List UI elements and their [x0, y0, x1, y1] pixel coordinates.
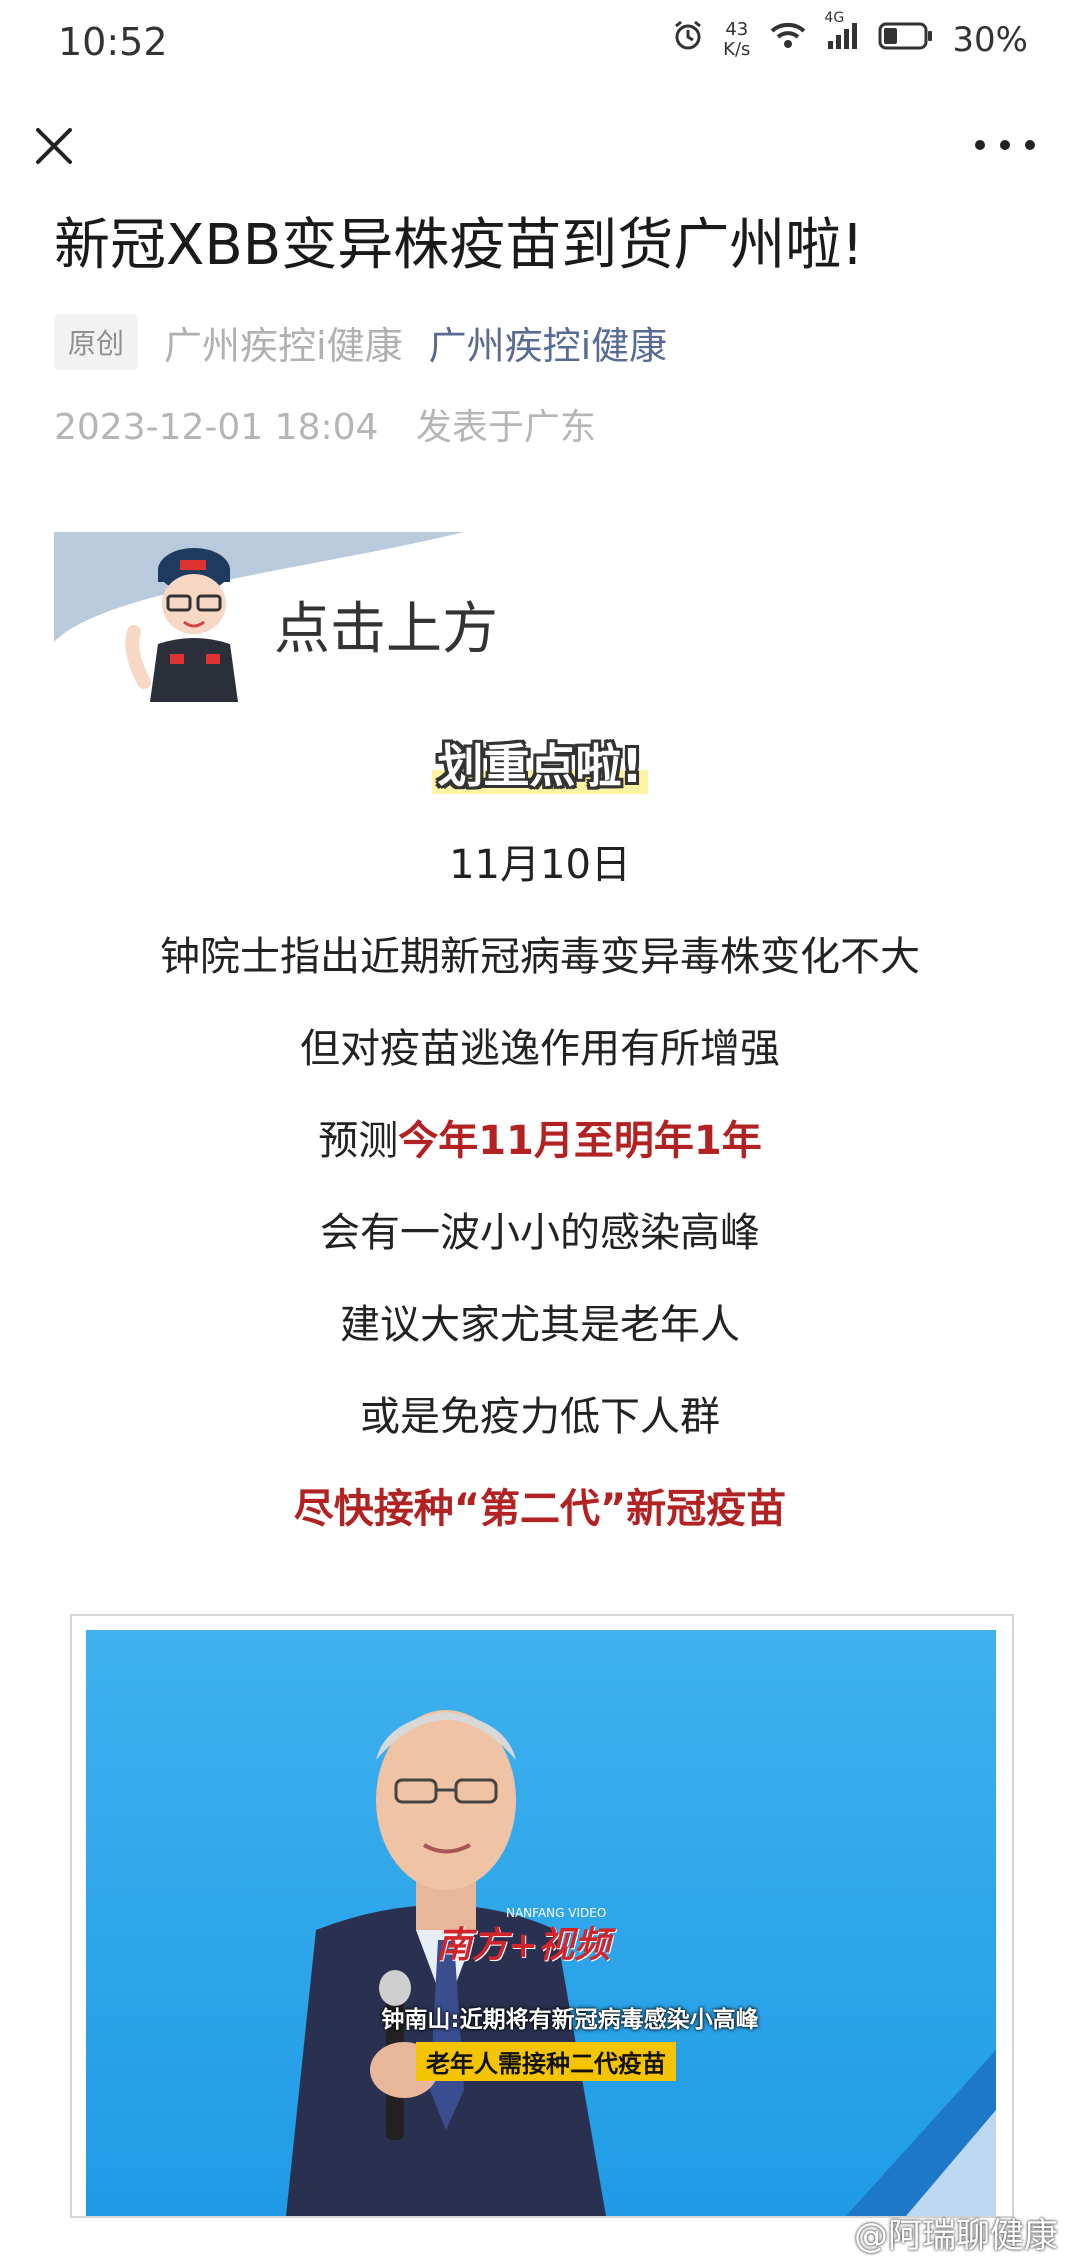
- wifi-icon: [768, 19, 808, 60]
- publish-location: 发表于广东: [415, 407, 596, 448]
- video-logo: 南方+视频: [436, 1925, 611, 1966]
- battery-icon: [878, 20, 934, 60]
- body-line-1: 11月10日: [449, 842, 631, 888]
- status-bar: 10:52 43 K/s 4G 30%: [0, 0, 1080, 90]
- video-logo-sub: NANFANG VIDEO: [506, 1906, 607, 1920]
- status-icons: 43 K/s 4G 30%: [671, 10, 1028, 61]
- account-link[interactable]: 广州疾控i健康: [429, 315, 668, 370]
- more-dots-icon: [975, 140, 1035, 150]
- close-icon: [36, 128, 72, 164]
- close-button[interactable]: [30, 122, 78, 170]
- alarm-icon: [671, 18, 705, 61]
- news-photo[interactable]: 南方+视频 NANFANG VIDEO 钟南山:近期将有新冠病毒感染小高峰 老年…: [70, 1614, 1014, 2218]
- author-name: 广州疾控i健康: [164, 323, 403, 368]
- more-button[interactable]: [970, 130, 1040, 160]
- publish-info: 2023-12-01 18:04 发表于广东: [54, 398, 596, 450]
- photo-caption-2: 老年人需接种二代疫苗: [416, 2042, 676, 2081]
- highlight-heading: 划重点啦!: [0, 730, 1080, 796]
- body-line-6: 建议大家尤其是老年人: [340, 1302, 740, 1348]
- publish-date: 2023-12-01 18:04: [54, 407, 379, 448]
- body-line-3: 但对疫苗逃逸作用有所增强: [300, 1026, 780, 1072]
- photo-caption-1: 钟南山:近期将有新冠病毒感染小高峰: [381, 2007, 759, 2033]
- status-time: 10:52: [58, 20, 168, 64]
- nav-bar: [0, 100, 1080, 200]
- body-line-5: 会有一波小小的感染高峰: [320, 1210, 760, 1256]
- body-line-2: 钟院士指出近期新冠病毒变异毒株变化不大: [160, 934, 920, 980]
- photo-image: 南方+视频 NANFANG VIDEO 钟南山:近期将有新冠病毒感染小高峰 老年…: [86, 1630, 996, 2216]
- original-badge: 原创: [54, 314, 139, 370]
- body-line-7: 或是免疫力低下人群: [360, 1394, 720, 1440]
- banner-text: 点击上方: [274, 597, 498, 662]
- battery-percent: 30%: [952, 19, 1028, 60]
- cell-signal-icon: 4G: [824, 10, 860, 60]
- follow-banner[interactable]: 点击上方: [54, 532, 534, 702]
- body-line-final: 尽快接种“第二代”新冠疫苗: [293, 1486, 787, 1532]
- mascot-doctor-icon: [125, 548, 238, 702]
- watermark: @阿瑞聊健康: [854, 2216, 1058, 2256]
- body-line-predict: 预测今年11月至明年1年: [318, 1118, 762, 1164]
- network-speed: 43 K/s: [723, 18, 751, 60]
- article-meta: 原创 广州疾控i健康 广州疾控i健康: [54, 314, 667, 370]
- article-title: 新冠XBB变异株疫苗到货广州啦!: [54, 213, 864, 278]
